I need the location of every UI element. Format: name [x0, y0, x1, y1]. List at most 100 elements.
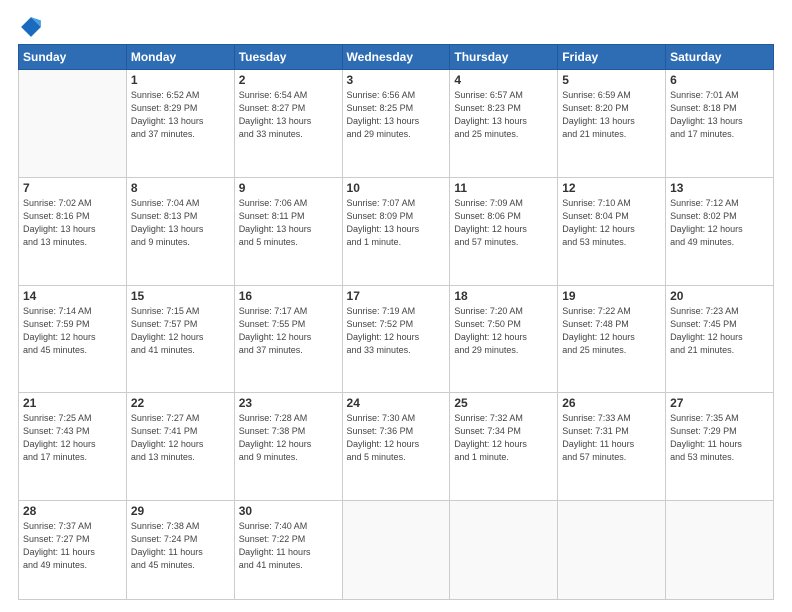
day-info: Sunrise: 7:35 AMSunset: 7:29 PMDaylight:…: [670, 412, 769, 464]
day-info: Sunrise: 7:06 AMSunset: 8:11 PMDaylight:…: [239, 197, 338, 249]
calendar-cell: 15Sunrise: 7:15 AMSunset: 7:57 PMDayligh…: [126, 285, 234, 393]
calendar-cell: 5 Sunrise: 6:59 AMSunset: 8:20 PMDaylight…: [558, 70, 666, 178]
calendar-cell: 10 Sunrise: 7:07 AMSunset: 8:09 PMDayligh…: [342, 177, 450, 285]
day-number: 13: [670, 181, 769, 195]
calendar-cell: 18Sunrise: 7:20 AMSunset: 7:50 PMDayligh…: [450, 285, 558, 393]
page-header: [18, 16, 774, 38]
day-number: 10: [347, 181, 446, 195]
day-number: 1: [131, 73, 230, 87]
day-info: Sunrise: 7:28 AMSunset: 7:38 PMDaylight:…: [239, 412, 338, 464]
day-number: 22: [131, 396, 230, 410]
day-info: Sunrise: 7:25 AMSunset: 7:43 PMDaylight:…: [23, 412, 122, 464]
calendar-cell: 6 Sunrise: 7:01 AMSunset: 8:18 PMDaylight…: [666, 70, 774, 178]
day-info: Sunrise: 7:30 AMSunset: 7:36 PMDaylight:…: [347, 412, 446, 464]
calendar-cell: 2Sunrise: 6:54 AMSunset: 8:27 PMDaylight…: [234, 70, 342, 178]
day-info: Sunrise: 7:23 AMSunset: 7:45 PMDaylight:…: [670, 305, 769, 357]
day-number: 19: [562, 289, 661, 303]
calendar-col-saturday: Saturday: [666, 45, 774, 70]
day-info: Sunrise: 7:32 AMSunset: 7:34 PMDaylight:…: [454, 412, 553, 464]
calendar-cell: 25Sunrise: 7:32 AMSunset: 7:34 PMDayligh…: [450, 393, 558, 501]
day-number: 20: [670, 289, 769, 303]
calendar-cell: 27 Sunrise: 7:35 AMSunset: 7:29 PMDayligh…: [666, 393, 774, 501]
day-info: Sunrise: 7:09 AMSunset: 8:06 PMDaylight:…: [454, 197, 553, 249]
calendar-cell: 29 Sunrise: 7:38 AMSunset: 7:24 PMDayligh…: [126, 501, 234, 600]
calendar-cell: 11 Sunrise: 7:09 AMSunset: 8:06 PMDayligh…: [450, 177, 558, 285]
calendar-cell: [558, 501, 666, 600]
logo: [18, 16, 42, 38]
logo-icon: [20, 16, 42, 38]
day-info: Sunrise: 6:57 AMSunset: 8:23 PMDaylight:…: [454, 89, 553, 141]
day-info: Sunrise: 7:19 AMSunset: 7:52 PMDaylight:…: [347, 305, 446, 357]
calendar-week-5: 28 Sunrise: 7:37 AMSunset: 7:27 PMDayligh…: [19, 501, 774, 600]
calendar-cell: 21 Sunrise: 7:25 AMSunset: 7:43 PMDayligh…: [19, 393, 127, 501]
day-number: 27: [670, 396, 769, 410]
day-number: 29: [131, 504, 230, 518]
calendar-cell: 19 Sunrise: 7:22 AMSunset: 7:48 PMDayligh…: [558, 285, 666, 393]
day-number: 9: [239, 181, 338, 195]
day-info: Sunrise: 7:07 AMSunset: 8:09 PMDaylight:…: [347, 197, 446, 249]
day-number: 18: [454, 289, 553, 303]
day-info: Sunrise: 7:33 AMSunset: 7:31 PMDaylight:…: [562, 412, 661, 464]
calendar-week-1: 1Sunrise: 6:52 AMSunset: 8:29 PMDaylight…: [19, 70, 774, 178]
day-info: Sunrise: 7:14 AMSunset: 7:59 PMDaylight:…: [23, 305, 122, 357]
day-number: 12: [562, 181, 661, 195]
calendar-cell: 1Sunrise: 6:52 AMSunset: 8:29 PMDaylight…: [126, 70, 234, 178]
calendar-col-wednesday: Wednesday: [342, 45, 450, 70]
day-number: 28: [23, 504, 122, 518]
day-number: 16: [239, 289, 338, 303]
calendar-col-friday: Friday: [558, 45, 666, 70]
day-info: Sunrise: 6:59 AMSunset: 8:20 PMDaylight:…: [562, 89, 661, 141]
day-number: 23: [239, 396, 338, 410]
calendar-week-3: 14 Sunrise: 7:14 AMSunset: 7:59 PMDayligh…: [19, 285, 774, 393]
calendar-cell: 24 Sunrise: 7:30 AMSunset: 7:36 PMDayligh…: [342, 393, 450, 501]
day-info: Sunrise: 6:56 AMSunset: 8:25 PMDaylight:…: [347, 89, 446, 141]
calendar-cell: 14 Sunrise: 7:14 AMSunset: 7:59 PMDayligh…: [19, 285, 127, 393]
calendar-cell: 9 Sunrise: 7:06 AMSunset: 8:11 PMDaylight…: [234, 177, 342, 285]
calendar-cell: 8 Sunrise: 7:04 AMSunset: 8:13 PMDaylight…: [126, 177, 234, 285]
calendar-cell: 16Sunrise: 7:17 AMSunset: 7:55 PMDayligh…: [234, 285, 342, 393]
day-info: Sunrise: 7:27 AMSunset: 7:41 PMDaylight:…: [131, 412, 230, 464]
calendar-week-4: 21 Sunrise: 7:25 AMSunset: 7:43 PMDayligh…: [19, 393, 774, 501]
calendar-cell: 13 Sunrise: 7:12 AMSunset: 8:02 PMDayligh…: [666, 177, 774, 285]
calendar-col-sunday: Sunday: [19, 45, 127, 70]
day-info: Sunrise: 7:04 AMSunset: 8:13 PMDaylight:…: [131, 197, 230, 249]
day-number: 8: [131, 181, 230, 195]
calendar-col-thursday: Thursday: [450, 45, 558, 70]
calendar-cell: 20 Sunrise: 7:23 AMSunset: 7:45 PMDayligh…: [666, 285, 774, 393]
calendar-cell: 28 Sunrise: 7:37 AMSunset: 7:27 PMDayligh…: [19, 501, 127, 600]
calendar-table: SundayMondayTuesdayWednesdayThursdayFrid…: [18, 44, 774, 600]
calendar-header-row: SundayMondayTuesdayWednesdayThursdayFrid…: [19, 45, 774, 70]
day-number: 11: [454, 181, 553, 195]
day-number: 21: [23, 396, 122, 410]
day-info: Sunrise: 7:40 AMSunset: 7:22 PMDaylight:…: [239, 520, 338, 572]
day-info: Sunrise: 7:38 AMSunset: 7:24 PMDaylight:…: [131, 520, 230, 572]
day-number: 24: [347, 396, 446, 410]
calendar-cell: 17 Sunrise: 7:19 AMSunset: 7:52 PMDayligh…: [342, 285, 450, 393]
day-info: Sunrise: 7:12 AMSunset: 8:02 PMDaylight:…: [670, 197, 769, 249]
day-info: Sunrise: 7:01 AMSunset: 8:18 PMDaylight:…: [670, 89, 769, 141]
day-number: 5: [562, 73, 661, 87]
day-number: 26: [562, 396, 661, 410]
day-info: Sunrise: 7:02 AMSunset: 8:16 PMDaylight:…: [23, 197, 122, 249]
calendar-cell: 4 Sunrise: 6:57 AMSunset: 8:23 PMDaylight…: [450, 70, 558, 178]
calendar-cell: 22 Sunrise: 7:27 AMSunset: 7:41 PMDayligh…: [126, 393, 234, 501]
day-number: 14: [23, 289, 122, 303]
day-info: Sunrise: 7:37 AMSunset: 7:27 PMDaylight:…: [23, 520, 122, 572]
day-number: 4: [454, 73, 553, 87]
day-number: 30: [239, 504, 338, 518]
calendar-week-2: 7Sunrise: 7:02 AMSunset: 8:16 PMDaylight…: [19, 177, 774, 285]
day-number: 17: [347, 289, 446, 303]
calendar-cell: [450, 501, 558, 600]
day-info: Sunrise: 7:10 AMSunset: 8:04 PMDaylight:…: [562, 197, 661, 249]
calendar-cell: [666, 501, 774, 600]
calendar-cell: 26 Sunrise: 7:33 AMSunset: 7:31 PMDayligh…: [558, 393, 666, 501]
day-info: Sunrise: 7:22 AMSunset: 7:48 PMDaylight:…: [562, 305, 661, 357]
calendar-cell: 23 Sunrise: 7:28 AMSunset: 7:38 PMDayligh…: [234, 393, 342, 501]
calendar-cell: 3Sunrise: 6:56 AMSunset: 8:25 PMDaylight…: [342, 70, 450, 178]
calendar-cell: [342, 501, 450, 600]
calendar-cell: 30 Sunrise: 7:40 AMSunset: 7:22 PMDayligh…: [234, 501, 342, 600]
calendar-col-tuesday: Tuesday: [234, 45, 342, 70]
day-number: 6: [670, 73, 769, 87]
calendar-cell: 12 Sunrise: 7:10 AMSunset: 8:04 PMDayligh…: [558, 177, 666, 285]
day-number: 15: [131, 289, 230, 303]
